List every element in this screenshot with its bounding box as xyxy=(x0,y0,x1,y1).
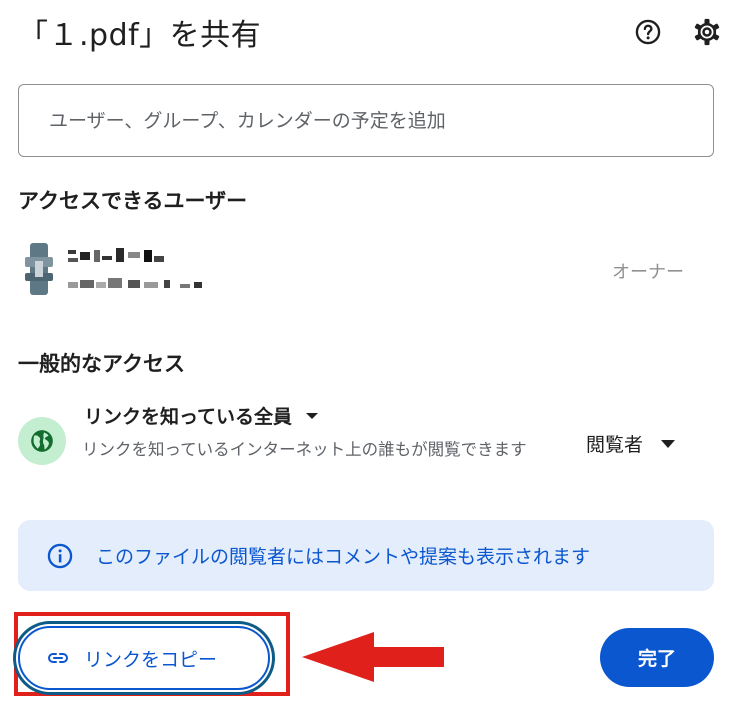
redacted-user-email xyxy=(68,278,202,288)
chevron-down-icon xyxy=(306,412,319,419)
avatar xyxy=(25,243,53,295)
role-dropdown[interactable]: 閲覧者 xyxy=(586,430,676,457)
done-button[interactable]: 完了 xyxy=(600,628,714,687)
dialog-title: 「１.pdf」を共有 xyxy=(18,18,262,53)
role-label: 閲覧者 xyxy=(586,434,644,456)
info-banner-text: このファイルの閲覧者にはコメントや提案も表示されます xyxy=(96,546,591,568)
chevron-down-icon xyxy=(661,439,676,448)
red-arrow-annotation xyxy=(302,632,444,682)
general-access-heading: 一般的なアクセス xyxy=(18,352,185,376)
gear-icon[interactable] xyxy=(692,17,722,47)
copy-link-button[interactable]: リンクをコピー xyxy=(18,626,270,690)
add-people-input[interactable] xyxy=(18,84,714,157)
globe-icon-badge xyxy=(18,417,66,465)
link-icon xyxy=(48,653,68,663)
general-access-dropdown[interactable]: リンクを知っている全員 xyxy=(84,402,319,429)
general-access-description: リンクを知っているインターネット上の誰もが閲覧できます xyxy=(82,440,527,459)
globe-icon xyxy=(31,430,53,452)
redacted-user-name xyxy=(68,248,164,262)
help-circle-icon[interactable] xyxy=(634,18,662,46)
copy-link-label: リンクをコピー xyxy=(84,648,218,671)
general-access-scope-label: リンクを知っている全員 xyxy=(84,406,293,428)
info-banner: このファイルの閲覧者にはコメントや提案も表示されます xyxy=(18,520,714,591)
owner-role-label: オーナー xyxy=(612,262,684,283)
people-with-access-heading: アクセスできるユーザー xyxy=(18,189,248,213)
info-icon xyxy=(47,543,73,568)
